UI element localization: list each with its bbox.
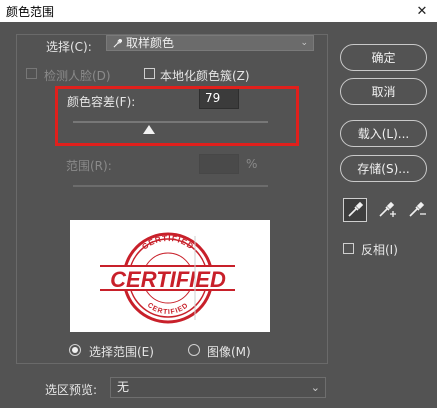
load-button[interactable]: 载入(L)... [340,120,427,147]
selection-radio[interactable] [69,344,81,356]
chevron-down-icon: ⌄ [300,38,308,48]
invert-checkbox[interactable] [343,243,354,254]
selection-preview-dropdown[interactable]: 无 ⌄ [110,377,326,398]
selection-preview-value: 无 [117,380,130,394]
eyedropper-icon [113,37,123,51]
selection-radio-label: 选择范围(E) [89,345,154,359]
eyedropper-minus-icon[interactable] [407,198,431,222]
svg-text:CERTIFIED: CERTIFIED [110,267,226,292]
image-radio-label: 图像(M) [207,345,251,359]
chevron-down-icon: ⌄ [310,381,320,394]
detect-faces-checkbox[interactable] [26,68,37,79]
select-value: 取样颜色 [126,36,175,50]
localized-clusters-checkbox[interactable] [144,68,155,79]
eyedropper-plus-icon[interactable] [377,198,401,222]
window-title: 颜色范围 [6,5,55,19]
highlight-annotation [55,86,299,146]
range-slider-track[interactable] [73,185,268,187]
select-dropdown[interactable]: 取样颜色 ⌄ [106,35,314,51]
selection-preview-label: 选区预览: [45,383,98,397]
image-radio[interactable] [188,344,200,356]
range-unit: % [246,157,258,171]
detect-faces-label: 检测人脸(D) [44,69,111,83]
select-label: 选择(C): [46,40,92,54]
preview-area[interactable]: CERTIFIED CERTIFIED CERTIFIED [70,220,270,332]
cancel-button[interactable]: 取消 [340,78,427,105]
eyedropper-icon[interactable] [343,198,367,222]
close-icon[interactable]: ✕ [407,0,437,22]
range-input[interactable] [199,154,239,174]
certified-stamp-image: CERTIFIED CERTIFIED CERTIFIED [100,232,235,324]
save-button[interactable]: 存储(S)... [340,155,427,182]
ok-button[interactable]: 确定 [340,44,427,71]
svg-text:CERTIFIED: CERTIFIED [140,234,195,252]
invert-label: 反相(I) [361,243,398,257]
range-label: 范围(R): [66,159,112,173]
title-bar: 颜色范围 ✕ [0,0,437,22]
localized-clusters-label: 本地化颜色簇(Z) [160,69,250,83]
